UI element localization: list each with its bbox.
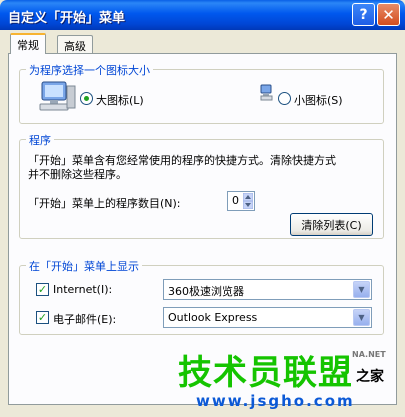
spin-arrows-icon[interactable] <box>243 193 253 209</box>
internet-checkbox[interactable]: ✓ <box>36 283 49 296</box>
watermark-brand: 技术员联盟 <box>178 353 353 393</box>
help-icon: ? <box>359 6 368 23</box>
watermark-net: NA.NET <box>352 350 386 359</box>
large-icon-radio[interactable] <box>80 92 93 105</box>
small-icon-radio[interactable] <box>278 92 291 105</box>
large-icon-label: 大图标(L) <box>96 94 144 107</box>
email-label: 电子邮件(E): <box>53 313 117 326</box>
close-icon: ✕ <box>382 5 395 24</box>
show-on-start-group-label: 在「开始」菜单上显示 <box>26 258 142 274</box>
internet-browser-select[interactable]: 360极速浏览器 ▼ <box>163 279 372 300</box>
tab-advanced-label: 高级 <box>64 40 86 53</box>
help-button[interactable]: ? <box>352 3 375 26</box>
small-computer-icon <box>260 84 273 101</box>
close-button[interactable]: ✕ <box>377 3 400 26</box>
program-count-label: 「开始」菜单上的程序数目(N): <box>28 197 181 210</box>
tab-general-label: 常规 <box>17 39 39 52</box>
internet-browser-value: 360极速浏览器 <box>168 285 244 298</box>
internet-label: Internet(I): <box>53 283 113 296</box>
programs-description-line2: 并不删除这些程序。 <box>28 168 127 181</box>
clear-list-label: 清除列表(C) <box>301 218 362 232</box>
programs-group: 程序 「开始」菜单含有您经常使用的程序的快捷方式。清除快捷方式 并不删除这些程序… <box>19 132 384 239</box>
email-checkbox[interactable]: ✓ <box>36 311 49 324</box>
tab-advanced[interactable]: 高级 <box>57 35 93 54</box>
show-on-start-group: 在「开始」菜单上显示 ✓ Internet(I): 360极速浏览器 ▼ ✓ 电… <box>19 258 384 335</box>
clear-list-button[interactable]: 清除列表(C) <box>290 213 373 236</box>
chevron-down-icon[interactable]: ▼ <box>353 281 370 298</box>
window-title: 自定义「开始」菜单 <box>8 11 126 26</box>
program-count-value: 0 <box>232 194 239 207</box>
title-bar[interactable]: 自定义「开始」菜单 ? ✕ <box>0 0 405 30</box>
tab-general[interactable]: 常规 <box>10 33 46 54</box>
email-client-value: Outlook Express <box>168 311 258 324</box>
watermark-url: www.jsgho.com <box>196 392 355 410</box>
small-icon-label: 小图标(S) <box>294 94 343 107</box>
icon-size-group: 为程序选择一个图标大小 大图标(L) 小图标(S) <box>19 62 384 124</box>
icon-size-group-label: 为程序选择一个图标大小 <box>26 62 153 78</box>
chevron-down-icon[interactable]: ▼ <box>353 309 370 326</box>
watermark-suffix: 之家 <box>356 369 384 385</box>
large-computer-icon <box>39 81 76 111</box>
program-count-stepper[interactable]: 0 <box>227 191 255 211</box>
programs-group-label: 程序 <box>26 132 54 148</box>
email-client-select[interactable]: Outlook Express ▼ <box>163 307 372 328</box>
